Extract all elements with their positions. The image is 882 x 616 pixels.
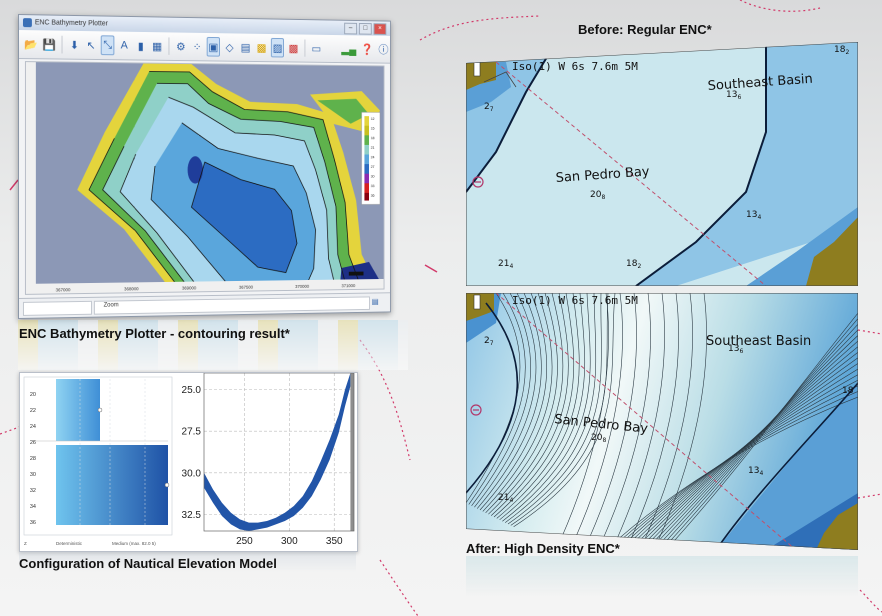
scale-bar <box>349 272 364 276</box>
zoom-icon[interactable]: ⤡ <box>101 35 115 55</box>
y-tick-label: 32.5 <box>182 510 202 521</box>
3d-icon[interactable]: ▣ <box>207 37 220 57</box>
profile-handle[interactable] <box>98 408 102 412</box>
depth-tick: 22 <box>30 408 36 414</box>
points-icon[interactable]: ⁘ <box>190 37 203 57</box>
page-icon[interactable]: ▤ <box>239 37 252 57</box>
help-icon[interactable]: ❓ <box>360 39 374 58</box>
y-tick-label: 25.0 <box>182 385 202 396</box>
out-of-range-fill <box>350 373 354 531</box>
legend-value: 15 <box>371 127 375 131</box>
depth-tick: 36 <box>30 520 36 526</box>
depth-tick: 26 <box>30 440 36 446</box>
open-icon[interactable]: 📂 <box>23 34 39 54</box>
palette-icon[interactable]: ▩ <box>255 38 268 58</box>
enc-reflection <box>466 556 858 596</box>
x-axis-tick: 367000 <box>56 287 71 292</box>
x-axis-tick: 367500 <box>239 285 254 290</box>
info-icon[interactable]: ⓘ <box>377 40 390 59</box>
x-axis-tick: 370000 <box>295 284 309 289</box>
legend-value: 33 <box>371 184 375 188</box>
layer-icon[interactable]: ◇ <box>223 37 236 57</box>
pointer-icon[interactable]: ↖ <box>84 35 98 55</box>
depth-tick: 20 <box>30 392 36 398</box>
after-caption: After: High Density ENC* <box>466 541 620 556</box>
legend-value: 24 <box>371 155 375 159</box>
maximize-button[interactable]: □ <box>359 23 372 35</box>
enc-before-chart[interactable]: Iso(1) W 6s 7.6m 5M Southeast Basin San … <box>466 42 858 286</box>
profile-handle[interactable] <box>165 483 169 487</box>
config-caption: Configuration of Nautical Elevation Mode… <box>19 556 277 571</box>
main-toolbar: 📂 💾 ⬇ ↖ ⤡ A ▮ ▦ ⚙ ⁘ ▣ ◇ ▤ ▩ ▨ ▩ ▭ ▂▄ ❓ ⓘ <box>19 30 390 64</box>
lighthouse-icon[interactable] <box>474 295 480 309</box>
toolbar-separator <box>62 36 63 54</box>
x-axis-tick: 369000 <box>182 285 197 290</box>
legend-value: 27 <box>371 165 375 169</box>
window-title: ENC Bathymetry Plotter <box>35 19 108 27</box>
app-icon <box>23 18 32 27</box>
depth-tick: 30 <box>30 472 36 478</box>
before-caption: Before: Regular ENC* <box>578 22 712 37</box>
window-icon[interactable]: ▭ <box>310 39 323 58</box>
legend-value: 30 <box>371 175 375 179</box>
x-tick-label: 350 <box>326 536 343 547</box>
place-name-southeast-basin: Southeast Basin <box>706 334 811 349</box>
footer-quality: Medium (max. 82.0 5) <box>112 541 156 546</box>
depth-tick: 32 <box>30 488 36 494</box>
lighthouse-icon[interactable] <box>474 62 480 76</box>
grid-icon[interactable]: ▦ <box>150 36 164 56</box>
elevation-profile-chart: 25.0 27.5 30.0 32.5 250 300 350 <box>172 373 357 551</box>
legend-value: 12 <box>371 117 375 121</box>
x-tick-label: 250 <box>236 536 253 547</box>
x-tick-label: 300 <box>281 536 298 547</box>
footer-method: Deterministic <box>56 541 83 546</box>
depth-sounding: 18 <box>842 386 854 396</box>
y-tick-label: 30.0 <box>182 468 202 479</box>
y-tick-label: 27.5 <box>182 427 202 438</box>
contour-icon[interactable]: ▨ <box>271 38 284 58</box>
close-button[interactable]: × <box>374 23 387 35</box>
import-icon[interactable]: ⬇ <box>68 35 82 55</box>
depth-tick: 34 <box>30 504 36 510</box>
legend-value: 21 <box>371 146 375 150</box>
light-characteristic: Iso(1) W 6s 7.6m 5M <box>512 60 638 73</box>
settings-icon[interactable]: ⚙ <box>174 36 187 56</box>
toolbar-separator <box>169 37 170 55</box>
status-zoom-label: Zoom <box>104 302 119 308</box>
chart-icon[interactable]: ▮ <box>134 36 148 56</box>
plotter-caption: ENC Bathymetry Plotter - contouring resu… <box>19 326 290 341</box>
depth-legend: 12 15 18 21 24 27 30 33 36 <box>362 112 380 204</box>
elevation-model-config-panel: 20 22 24 26 28 30 32 34 36 Z Determinist… <box>19 372 358 552</box>
legend-value: 18 <box>371 136 375 140</box>
contour-map: 367000 368000 369000 367500 370000 37100… <box>26 62 384 294</box>
minimize-button[interactable]: – <box>344 23 357 35</box>
save-icon[interactable]: 💾 <box>42 34 58 54</box>
legend-value: 36 <box>371 194 375 198</box>
contour-map-canvas[interactable]: 367000 368000 369000 367500 370000 37100… <box>25 61 385 295</box>
depth-tick: 24 <box>30 424 36 430</box>
signal-icon[interactable]: ▂▄ <box>340 39 357 58</box>
status-menu-icon[interactable]: ▤ <box>372 297 379 306</box>
export-icon[interactable]: ▩ <box>287 38 300 58</box>
depth-tick: 28 <box>30 456 36 462</box>
x-axis-tick: 368000 <box>124 286 139 291</box>
light-characteristic: Iso(1) W 6s 7.6m 5M <box>512 294 638 307</box>
footer-axis-label: Z <box>24 541 27 546</box>
toolbar-separator <box>305 39 306 56</box>
enc-after-chart[interactable]: Iso(1) W 6s 7.6m 5M Southeast Basin San … <box>466 293 858 550</box>
x-axis-tick: 371000 <box>341 283 355 288</box>
bathymetry-plotter-window: ENC Bathymetry Plotter – □ × 📂 💾 ⬇ ↖ ⤡ A… <box>18 14 391 319</box>
text-icon[interactable]: A <box>117 36 131 56</box>
